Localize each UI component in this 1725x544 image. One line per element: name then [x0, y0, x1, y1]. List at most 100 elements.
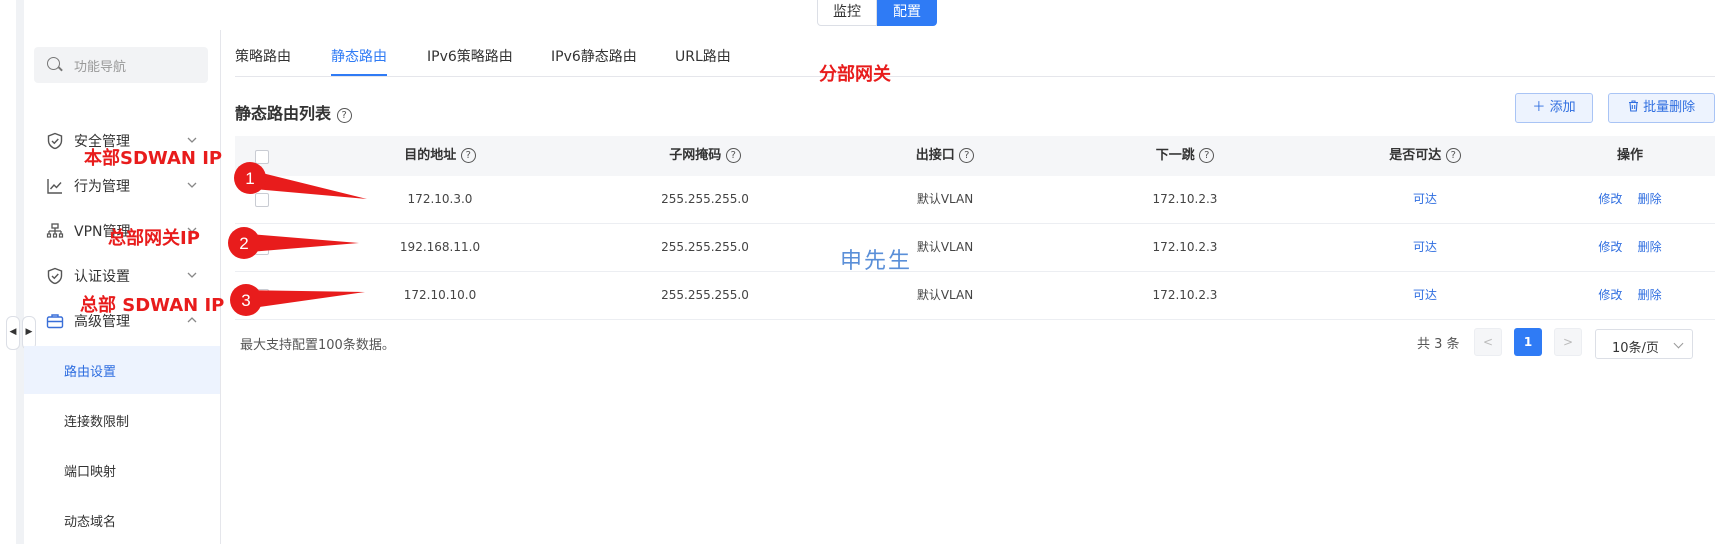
sidebar-subitem-connection-limit[interactable]: 连接数限制	[24, 396, 220, 444]
delete-link[interactable]: 删除	[1638, 288, 1662, 302]
shield-check-icon	[47, 267, 63, 285]
table-row: 172.10.10.0 255.255.255.0 默认VLAN 172.10.…	[235, 272, 1715, 320]
cell-reachable: 可达	[1412, 288, 1437, 302]
help-icon[interactable]: ?	[725, 148, 741, 163]
toolbox-icon	[46, 314, 64, 329]
header-next-hop: 下一跳 ?	[1065, 136, 1305, 176]
row-checkbox[interactable]	[255, 289, 269, 303]
search-icon	[47, 57, 60, 70]
chevron-down-icon	[1673, 338, 1684, 349]
chevron-down-icon	[187, 182, 197, 188]
batch-delete-button[interactable]: 批量删除	[1608, 93, 1715, 123]
tab-policy-route[interactable]: 策略路由	[235, 46, 291, 76]
tab-static-route[interactable]: 静态路由	[331, 46, 387, 76]
cell-next-hop: 172.10.2.3	[1152, 288, 1218, 302]
header-label: 出接口	[915, 148, 955, 163]
nav-search-input[interactable]: 功能导航	[34, 47, 208, 83]
sidebar-subitem-label: 路由设置	[64, 365, 117, 380]
cell-next-hop: 172.10.2.3	[1152, 240, 1218, 254]
help-icon[interactable]: ?	[336, 108, 352, 123]
add-button-label: 添加	[1549, 100, 1576, 115]
annotation-hq-gateway-ip: 总部网关IP	[108, 228, 200, 249]
help-icon[interactable]: ?	[1445, 148, 1461, 163]
next-page-button[interactable]: >	[1554, 328, 1582, 356]
delete-link[interactable]: 删除	[1638, 192, 1662, 206]
help-icon[interactable]: ?	[460, 148, 476, 163]
table-row: 172.10.3.0 255.255.255.0 默认VLAN 172.10.2…	[235, 176, 1715, 224]
header-label: 下一跳	[1155, 148, 1195, 163]
prev-page-button[interactable]: <	[1474, 328, 1502, 356]
header-actions: 操作	[1616, 148, 1643, 163]
page-size-select[interactable]: 10条/页	[1595, 329, 1693, 359]
cell-iface: 默认VLAN	[916, 192, 974, 206]
cell-iface: 默认VLAN	[916, 288, 974, 302]
sidebar: 功能导航 安全管理 行为管理 VPN管理 认证设置 高级管理 路由设置 连接数限…	[24, 30, 221, 544]
cell-reachable: 可达	[1412, 192, 1437, 206]
cell-reachable: 可达	[1412, 240, 1437, 254]
page-title-text: 静态路由列表	[235, 104, 332, 123]
edit-link[interactable]: 修改	[1598, 192, 1622, 206]
cell-dest: 172.10.10.0	[403, 288, 477, 302]
header-dest: 目的地址 ?	[295, 136, 585, 176]
sidebar-subitem-port-mapping[interactable]: 端口映射	[24, 446, 220, 494]
trash-icon	[1628, 100, 1638, 112]
table-row: 192.168.11.0 255.255.255.0 默认VLAN 172.10…	[235, 224, 1715, 272]
header-label: 目的地址	[404, 148, 457, 163]
monitor-tab-button[interactable]: 监控	[817, 0, 877, 26]
sidebar-item-behavior[interactable]: 行为管理	[24, 167, 220, 203]
header-reachable: 是否可达 ?	[1305, 136, 1545, 176]
config-tab-button[interactable]: 配置	[877, 0, 937, 26]
batch-delete-label: 批量删除	[1643, 100, 1696, 115]
cell-next-hop: 172.10.2.3	[1152, 192, 1218, 206]
tab-ipv6-static-route[interactable]: IPv6静态路由	[551, 46, 637, 76]
header-label: 是否可达	[1389, 148, 1442, 163]
help-icon[interactable]: ?	[1199, 148, 1215, 163]
edit-link[interactable]: 修改	[1598, 240, 1622, 254]
annotation-local-sdwan-ip: 本部SDWAN IP	[84, 148, 223, 169]
collapse-left-icon[interactable]: ◀	[6, 316, 20, 350]
page-number-current[interactable]: 1	[1514, 328, 1542, 356]
plus-icon: ＋	[1532, 100, 1546, 115]
chart-line-icon	[47, 179, 62, 194]
row-checkbox[interactable]	[255, 241, 269, 255]
tab-ipv6-policy-route[interactable]: IPv6策略路由	[427, 46, 513, 76]
edit-link[interactable]: 修改	[1598, 288, 1622, 302]
add-button[interactable]: ＋ 添加	[1515, 93, 1593, 123]
cell-actions: 修改 删除	[1545, 224, 1715, 271]
tab-url-route[interactable]: URL路由	[675, 46, 731, 76]
cell-actions: 修改 删除	[1545, 272, 1715, 319]
sidebar-subitem-routing[interactable]: 路由设置	[24, 346, 220, 394]
sidebar-item-label: 行为管理	[74, 179, 130, 195]
row-checkbox[interactable]	[255, 193, 269, 207]
delete-link[interactable]: 删除	[1638, 240, 1662, 254]
header-mask: 子网掩码 ?	[585, 136, 825, 176]
sidebar-item-auth[interactable]: 认证设置	[24, 257, 220, 293]
table-header: 目的地址 ? 子网掩码 ? 出接口 ? 下一跳 ? 是否可达 ? 操作	[235, 136, 1715, 176]
nav-search-placeholder: 功能导航	[74, 60, 127, 75]
annotation-hq-sdwan-ip: 总部 SDWAN IP	[80, 295, 225, 316]
header-label: 子网掩码	[669, 148, 722, 163]
sidebar-subitem-ddns[interactable]: 动态域名	[24, 496, 220, 544]
page-size-value: 10条/页	[1612, 341, 1659, 356]
cell-dest: 192.168.11.0	[399, 240, 481, 254]
left-edge-strip	[16, 0, 24, 544]
cell-mask: 255.255.255.0	[661, 192, 749, 206]
network-icon	[46, 223, 64, 238]
watermark: 申先生	[840, 249, 913, 274]
static-route-table: 目的地址 ? 子网掩码 ? 出接口 ? 下一跳 ? 是否可达 ? 操作 172.…	[235, 136, 1715, 320]
sidebar-subitem-label: 端口映射	[64, 465, 117, 480]
header-iface: 出接口 ?	[825, 136, 1065, 176]
cell-dest: 172.10.3.0	[407, 192, 473, 206]
cell-mask: 255.255.255.0	[661, 240, 749, 254]
help-icon[interactable]: ?	[959, 148, 975, 163]
route-tabs: 策略路由 静态路由 IPv6策略路由 IPv6静态路由 URL路由	[235, 46, 1715, 77]
max-config-note: 最大支持配置100条数据。	[240, 338, 395, 353]
sidebar-item-label: 认证设置	[74, 269, 130, 285]
cell-actions: 修改 删除	[1545, 176, 1715, 223]
chevron-down-icon	[187, 272, 197, 278]
sidebar-subitem-label: 动态域名	[64, 515, 117, 530]
sidebar-subitem-label: 连接数限制	[64, 415, 130, 430]
view-toggle: 监控 配置	[817, 0, 937, 26]
select-all-checkbox[interactable]	[255, 150, 269, 164]
annotation-branch-gateway: 分部网关	[819, 64, 891, 85]
